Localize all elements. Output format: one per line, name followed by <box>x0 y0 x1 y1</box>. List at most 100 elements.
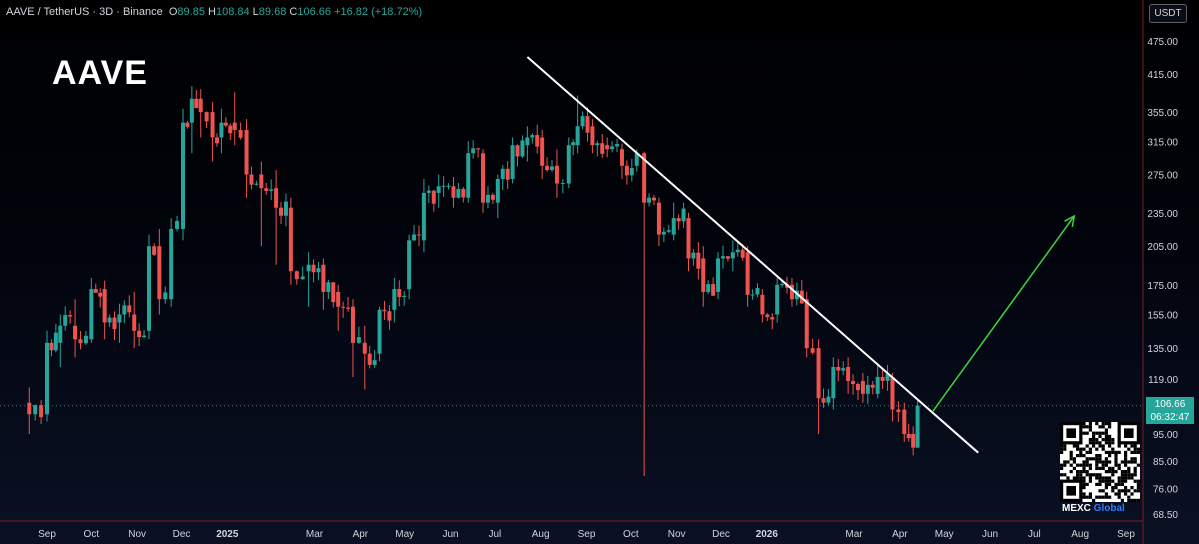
y-tick-label: 175.00 <box>1147 281 1178 292</box>
candle-body <box>259 174 264 189</box>
candle-body <box>288 207 293 272</box>
x-tick-label: May <box>935 529 954 540</box>
y-tick-label: 155.00 <box>1147 310 1178 321</box>
candle-body <box>326 282 331 292</box>
candle-body <box>294 271 299 280</box>
candle-body <box>300 276 305 280</box>
candle-body <box>49 342 54 351</box>
candle-body <box>53 332 58 351</box>
candle-body <box>485 194 490 203</box>
candle-body <box>456 188 461 198</box>
candle-body <box>476 148 481 150</box>
candle-body <box>146 246 151 331</box>
candle-body <box>107 317 112 323</box>
high-value: 108.84 <box>215 6 250 18</box>
candle-body <box>392 289 397 310</box>
brand-logo: MEXC Global <box>1062 503 1125 514</box>
candle-body <box>615 144 620 147</box>
candle-body <box>397 289 402 298</box>
y-tick-label: 76.00 <box>1153 484 1178 495</box>
candle-body <box>68 315 73 317</box>
last-price-value: 106.66 <box>1154 399 1186 410</box>
candle-body <box>515 145 520 157</box>
candle-body <box>821 398 826 403</box>
candle-body <box>412 234 417 241</box>
candle-body <box>210 112 215 138</box>
candle-body <box>841 368 846 371</box>
candle-body <box>269 189 274 191</box>
x-tick-label: Sep <box>38 529 56 540</box>
x-tick-label: Aug <box>1071 529 1089 540</box>
candle-body <box>45 342 49 415</box>
candle-body <box>750 294 755 296</box>
candle-body <box>760 294 765 315</box>
candle-body <box>816 348 821 399</box>
candle-body <box>831 366 836 399</box>
candle-body <box>244 129 249 175</box>
candle-body <box>906 434 911 439</box>
candle-body <box>58 325 63 343</box>
y-tick-label: 415.00 <box>1147 70 1178 81</box>
candle-body <box>264 188 269 191</box>
candle-body <box>780 284 785 286</box>
candle-body <box>83 335 88 344</box>
candle-body <box>605 145 610 150</box>
candle-body <box>232 122 237 130</box>
candle-body <box>33 405 38 415</box>
candle-body <box>163 292 168 300</box>
x-tick-label: Sep <box>578 529 596 540</box>
candle-body <box>219 122 224 138</box>
candle-body <box>826 396 831 403</box>
candle-body <box>686 218 691 259</box>
candle-body <box>725 256 730 259</box>
candle-body <box>39 405 44 418</box>
candle-body <box>407 240 412 290</box>
candle-body <box>676 218 681 222</box>
candle-body <box>194 98 199 109</box>
candle-body <box>730 252 735 259</box>
candle-body <box>540 137 545 166</box>
candle-body <box>691 252 696 259</box>
candle-body <box>283 201 288 216</box>
candle-body <box>152 246 157 255</box>
price-chart[interactable]: 475.00 415.00 355.00 315.00 275.00 235.00 205.… <box>0 0 1199 544</box>
candle-body <box>896 409 901 413</box>
x-tick-label: Aug <box>532 529 550 540</box>
y-tick-label: 85.00 <box>1153 457 1178 468</box>
y-tick-label: 275.00 <box>1147 170 1178 181</box>
candle-body <box>860 381 865 394</box>
candle-body <box>560 183 565 185</box>
candle-body <box>127 305 132 313</box>
candle-body <box>855 384 860 391</box>
candle-body <box>846 366 851 382</box>
open-value: 89.85 <box>177 6 205 18</box>
candle-body <box>321 264 326 292</box>
candle-body <box>402 295 407 298</box>
low-value: 89.68 <box>258 6 287 18</box>
x-tick-label: May <box>395 529 414 540</box>
candle-body <box>711 284 716 296</box>
candle-body <box>27 402 32 415</box>
candle-body <box>306 264 311 272</box>
candle-body <box>490 194 495 200</box>
candle-body <box>647 197 652 203</box>
candle-body <box>495 178 500 203</box>
symbol-header: AAVE / TetherUS · 3D · Binance O89.85 H1… <box>6 6 422 18</box>
candle-body <box>228 125 233 134</box>
x-tick-label: Oct <box>623 529 639 540</box>
candle-body <box>875 376 880 394</box>
candle-body <box>93 289 98 293</box>
candle-body <box>73 325 78 340</box>
x-tick-label: Mar <box>306 529 324 540</box>
candle-body <box>214 137 219 144</box>
currency-button[interactable]: USDT <box>1149 4 1187 23</box>
candle-body <box>112 317 117 330</box>
x-tick-label: Jun <box>442 529 458 540</box>
candle-body <box>316 268 321 273</box>
y-tick-label: 205.00 <box>1147 242 1178 253</box>
brand-prefix: MEXC <box>1062 503 1091 514</box>
x-tick-label: Sep <box>1117 529 1135 540</box>
y-tick-label: 135.00 <box>1147 344 1178 355</box>
candle-body <box>510 145 515 179</box>
candle-body <box>720 256 725 259</box>
